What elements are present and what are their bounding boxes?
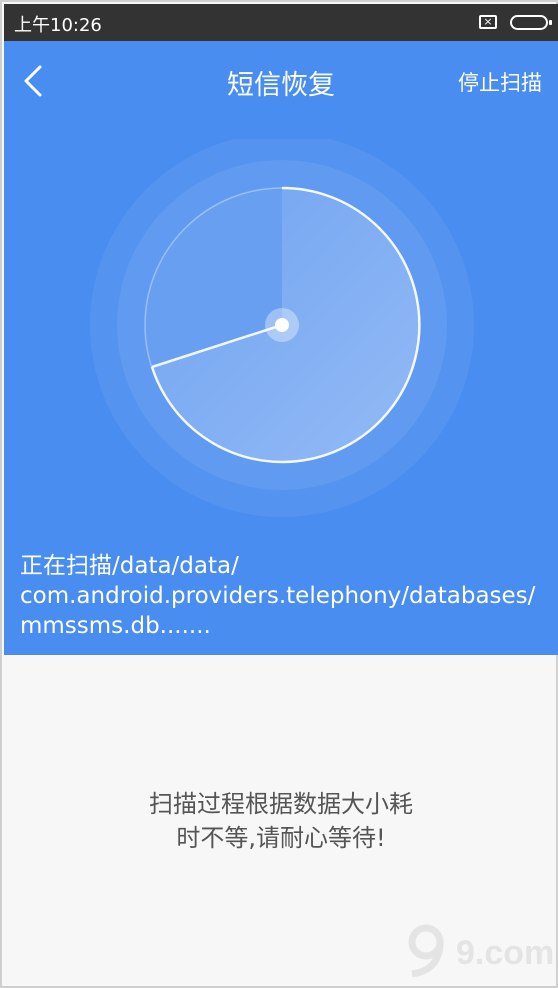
watermark-logo: 9.com	[398, 912, 554, 982]
scan-panel: 短信恢复 停止扫描 正在扫描/data/data/ com.android.pr…	[4, 41, 558, 655]
hint-line: 扫描过程根据数据大小耗	[149, 790, 413, 818]
status-time: 上午10:26	[14, 15, 102, 36]
radar-center-dot	[275, 318, 289, 332]
watermark-text: 9.com	[456, 934, 555, 972]
battery-icon	[510, 15, 552, 30]
sim-x-icon: ×	[479, 15, 497, 29]
scan-path-line: mmssms.db.......	[20, 613, 211, 639]
app-screen: 上午10:26 × 短信恢复 停止扫描 正在扫描/data/data/ com.…	[0, 0, 558, 988]
scan-path-line: com.android.providers.telephony/database…	[20, 583, 536, 609]
scan-path-line: 正在扫描/data/data/	[20, 553, 239, 579]
wait-hint: 扫描过程根据数据大小耗 时不等,请耐心等待!	[2, 787, 558, 855]
status-bar: 上午10:26 ×	[4, 4, 558, 41]
watermark-nine-icon	[408, 924, 444, 978]
scan-status: 正在扫描/data/data/ com.android.providers.te…	[20, 551, 550, 641]
stop-scan-button[interactable]: 停止扫描	[458, 67, 542, 97]
hint-line: 时不等,请耐心等待!	[176, 824, 386, 852]
radar-scanner	[90, 139, 474, 517]
